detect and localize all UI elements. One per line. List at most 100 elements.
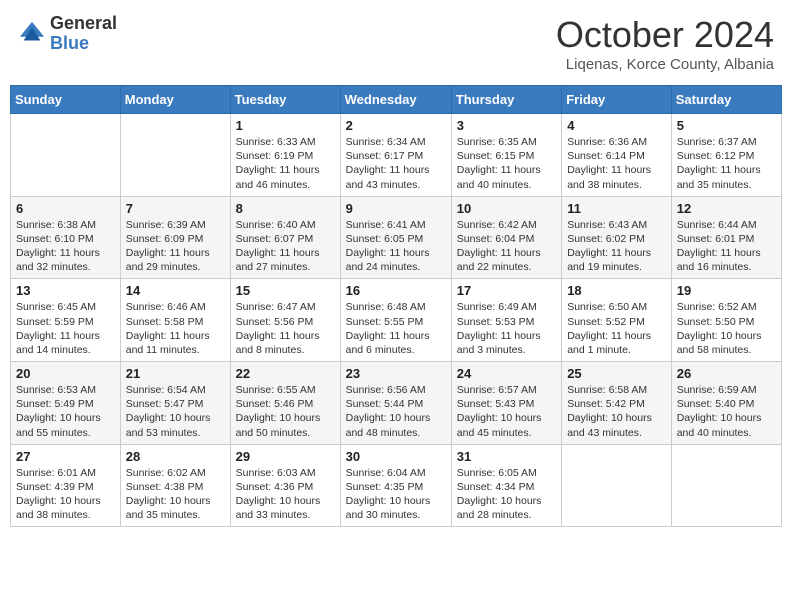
day-info: Sunrise: 6:45 AMSunset: 5:59 PMDaylight:… xyxy=(16,300,115,357)
calendar-cell: 3 Sunrise: 6:35 AMSunset: 6:15 PMDaylight… xyxy=(451,114,561,197)
day-info: Sunrise: 6:02 AMSunset: 4:38 PMDaylight:… xyxy=(126,466,225,523)
day-number: 2 xyxy=(346,118,446,133)
calendar-cell: 2 Sunrise: 6:34 AMSunset: 6:17 PMDaylight… xyxy=(340,114,451,197)
calendar-cell: 4 Sunrise: 6:36 AMSunset: 6:14 PMDaylight… xyxy=(562,114,672,197)
calendar-cell: 29 Sunrise: 6:03 AMSunset: 4:36 PMDayligh… xyxy=(230,444,340,527)
day-number: 8 xyxy=(236,201,335,216)
day-number: 19 xyxy=(677,283,776,298)
day-number: 3 xyxy=(457,118,556,133)
day-info: Sunrise: 6:40 AMSunset: 6:07 PMDaylight:… xyxy=(236,218,335,275)
calendar-cell: 30 Sunrise: 6:04 AMSunset: 4:35 PMDayligh… xyxy=(340,444,451,527)
calendar-cell: 26Sunrise: 6:59 AMSunset: 5:40 PMDayligh… xyxy=(671,362,781,445)
day-number: 14 xyxy=(126,283,225,298)
calendar-cell xyxy=(11,114,121,197)
page-header: General Blue October 2024 Liqenas, Korce… xyxy=(10,10,782,77)
calendar-cell: 10Sunrise: 6:42 AMSunset: 6:04 PMDayligh… xyxy=(451,196,561,279)
calendar-week-row: 20 Sunrise: 6:53 AMSunset: 5:49 PMDayligh… xyxy=(11,362,782,445)
calendar-week-row: 6 Sunrise: 6:38 AMSunset: 6:10 PMDaylight… xyxy=(11,196,782,279)
weekday-header-saturday: Saturday xyxy=(671,86,781,114)
day-info: Sunrise: 6:52 AMSunset: 5:50 PMDaylight:… xyxy=(677,300,776,357)
day-info: Sunrise: 6:39 AMSunset: 6:09 PMDaylight:… xyxy=(126,218,225,275)
weekday-header-friday: Friday xyxy=(562,86,672,114)
day-number: 24 xyxy=(457,366,556,381)
day-number: 16 xyxy=(346,283,446,298)
day-info: Sunrise: 6:57 AMSunset: 5:43 PMDaylight:… xyxy=(457,383,556,440)
day-number: 17 xyxy=(457,283,556,298)
day-info: Sunrise: 6:58 AMSunset: 5:42 PMDaylight:… xyxy=(567,383,666,440)
calendar-cell: 7Sunrise: 6:39 AMSunset: 6:09 PMDaylight… xyxy=(120,196,230,279)
day-info: Sunrise: 6:38 AMSunset: 6:10 PMDaylight:… xyxy=(16,218,115,275)
logo: General Blue xyxy=(18,14,117,54)
calendar-cell: 27 Sunrise: 6:01 AMSunset: 4:39 PMDayligh… xyxy=(11,444,121,527)
calendar-cell: 8 Sunrise: 6:40 AMSunset: 6:07 PMDaylight… xyxy=(230,196,340,279)
weekday-header-monday: Monday xyxy=(120,86,230,114)
title-block: October 2024 Liqenas, Korce County, Alba… xyxy=(556,14,774,73)
day-number: 25 xyxy=(567,366,666,381)
calendar-cell: 19 Sunrise: 6:52 AMSunset: 5:50 PMDayligh… xyxy=(671,279,781,362)
day-info: Sunrise: 6:41 AMSunset: 6:05 PMDaylight:… xyxy=(346,218,446,275)
day-info: Sunrise: 6:37 AMSunset: 6:12 PMDaylight:… xyxy=(677,135,776,192)
day-info: Sunrise: 6:43 AMSunset: 6:02 PMDaylight:… xyxy=(567,218,666,275)
day-info: Sunrise: 6:46 AMSunset: 5:58 PMDaylight:… xyxy=(126,300,225,357)
calendar-cell: 15Sunrise: 6:47 AMSunset: 5:56 PMDayligh… xyxy=(230,279,340,362)
day-number: 20 xyxy=(16,366,115,381)
calendar-cell: 25 Sunrise: 6:58 AMSunset: 5:42 PMDayligh… xyxy=(562,362,672,445)
day-number: 27 xyxy=(16,449,115,464)
calendar-cell: 20 Sunrise: 6:53 AMSunset: 5:49 PMDayligh… xyxy=(11,362,121,445)
weekday-header-thursday: Thursday xyxy=(451,86,561,114)
calendar-cell: 12 Sunrise: 6:44 AMSunset: 6:01 PMDayligh… xyxy=(671,196,781,279)
calendar-cell: 16 Sunrise: 6:48 AMSunset: 5:55 PMDayligh… xyxy=(340,279,451,362)
day-info: Sunrise: 6:44 AMSunset: 6:01 PMDaylight:… xyxy=(677,218,776,275)
day-info: Sunrise: 6:35 AMSunset: 6:15 PMDaylight:… xyxy=(457,135,556,192)
day-info: Sunrise: 6:34 AMSunset: 6:17 PMDaylight:… xyxy=(346,135,446,192)
day-number: 5 xyxy=(677,118,776,133)
calendar-cell xyxy=(671,444,781,527)
day-number: 18 xyxy=(567,283,666,298)
logo-general: General xyxy=(50,14,117,34)
day-number: 31 xyxy=(457,449,556,464)
calendar-cell: 21Sunrise: 6:54 AMSunset: 5:47 PMDayligh… xyxy=(120,362,230,445)
calendar-cell: 13Sunrise: 6:45 AMSunset: 5:59 PMDayligh… xyxy=(11,279,121,362)
day-number: 11 xyxy=(567,201,666,216)
logo-icon xyxy=(18,20,46,48)
day-number: 12 xyxy=(677,201,776,216)
day-number: 6 xyxy=(16,201,115,216)
day-info: Sunrise: 6:55 AMSunset: 5:46 PMDaylight:… xyxy=(236,383,335,440)
day-number: 26 xyxy=(677,366,776,381)
calendar-cell: 5 Sunrise: 6:37 AMSunset: 6:12 PMDaylight… xyxy=(671,114,781,197)
day-info: Sunrise: 6:04 AMSunset: 4:35 PMDaylight:… xyxy=(346,466,446,523)
day-number: 1 xyxy=(236,118,335,133)
logo-blue: Blue xyxy=(50,34,117,54)
calendar-cell: 9 Sunrise: 6:41 AMSunset: 6:05 PMDaylight… xyxy=(340,196,451,279)
weekday-header-row: SundayMondayTuesdayWednesdayThursdayFrid… xyxy=(11,86,782,114)
calendar-week-row: 27 Sunrise: 6:01 AMSunset: 4:39 PMDayligh… xyxy=(11,444,782,527)
day-number: 9 xyxy=(346,201,446,216)
day-number: 29 xyxy=(236,449,335,464)
calendar-week-row: 13Sunrise: 6:45 AMSunset: 5:59 PMDayligh… xyxy=(11,279,782,362)
day-info: Sunrise: 6:48 AMSunset: 5:55 PMDaylight:… xyxy=(346,300,446,357)
calendar-cell: 17 Sunrise: 6:49 AMSunset: 5:53 PMDayligh… xyxy=(451,279,561,362)
weekday-header-sunday: Sunday xyxy=(11,86,121,114)
day-number: 21 xyxy=(126,366,225,381)
calendar-cell: 23Sunrise: 6:56 AMSunset: 5:44 PMDayligh… xyxy=(340,362,451,445)
weekday-header-wednesday: Wednesday xyxy=(340,86,451,114)
calendar-cell: 1Sunrise: 6:33 AMSunset: 6:19 PMDaylight… xyxy=(230,114,340,197)
day-info: Sunrise: 6:03 AMSunset: 4:36 PMDaylight:… xyxy=(236,466,335,523)
calendar-cell: 24 Sunrise: 6:57 AMSunset: 5:43 PMDayligh… xyxy=(451,362,561,445)
calendar-table: SundayMondayTuesdayWednesdayThursdayFrid… xyxy=(10,85,782,527)
calendar-week-row: 1Sunrise: 6:33 AMSunset: 6:19 PMDaylight… xyxy=(11,114,782,197)
day-info: Sunrise: 6:05 AMSunset: 4:34 PMDaylight:… xyxy=(457,466,556,523)
day-number: 28 xyxy=(126,449,225,464)
day-info: Sunrise: 6:47 AMSunset: 5:56 PMDaylight:… xyxy=(236,300,335,357)
day-info: Sunrise: 6:49 AMSunset: 5:53 PMDaylight:… xyxy=(457,300,556,357)
day-info: Sunrise: 6:53 AMSunset: 5:49 PMDaylight:… xyxy=(16,383,115,440)
calendar-cell: 22Sunrise: 6:55 AMSunset: 5:46 PMDayligh… xyxy=(230,362,340,445)
day-number: 30 xyxy=(346,449,446,464)
day-number: 4 xyxy=(567,118,666,133)
day-info: Sunrise: 6:56 AMSunset: 5:44 PMDaylight:… xyxy=(346,383,446,440)
day-info: Sunrise: 6:01 AMSunset: 4:39 PMDaylight:… xyxy=(16,466,115,523)
calendar-cell xyxy=(120,114,230,197)
day-number: 10 xyxy=(457,201,556,216)
calendar-cell: 14 Sunrise: 6:46 AMSunset: 5:58 PMDayligh… xyxy=(120,279,230,362)
day-info: Sunrise: 6:36 AMSunset: 6:14 PMDaylight:… xyxy=(567,135,666,192)
